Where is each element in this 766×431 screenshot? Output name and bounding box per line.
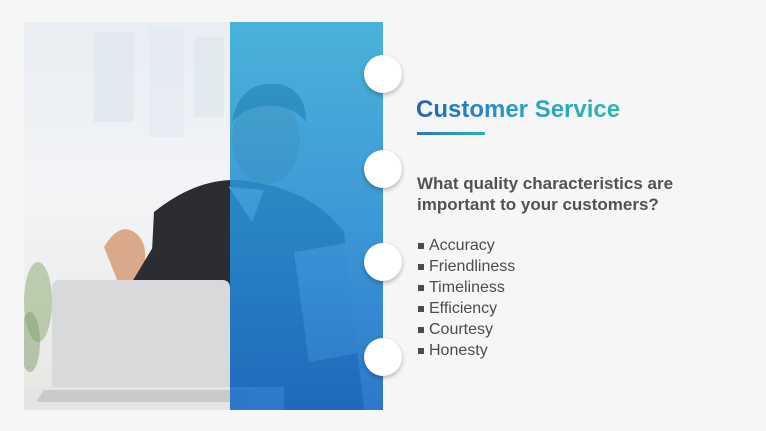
timeline-dot [364,338,402,376]
bullet-text: Efficiency [429,300,498,317]
bullet-text: Friendliness [429,258,516,275]
timeline-dot [364,150,402,188]
list-item: Accuracy [417,235,515,256]
bullet-text: Timeliness [429,279,505,296]
timeline-dot [364,55,402,93]
slide: Customer Service What quality characteri… [0,0,766,431]
title-underline [417,132,485,135]
list-item: Friendliness [417,256,515,277]
list-item: Honesty [417,340,515,361]
square-bullet-icon [418,305,424,312]
bullet-list: Accuracy Friendliness Timeliness Efficie… [417,235,515,361]
square-bullet-icon [418,326,424,333]
timeline-dot [364,243,402,281]
slide-question: What quality characteristics are importa… [417,174,674,214]
square-bullet-icon [418,242,424,249]
square-bullet-icon [418,347,424,354]
square-bullet-icon [418,263,424,270]
bullet-text: Honesty [429,342,488,359]
bullet-text: Courtesy [429,321,494,338]
hero-photo [24,22,383,410]
bullet-text: Accuracy [429,237,495,254]
list-item: Courtesy [417,319,515,340]
square-bullet-icon [418,284,424,291]
list-item: Timeliness [417,277,515,298]
list-item: Efficiency [417,298,515,319]
slide-title: Customer Service [416,96,621,123]
blue-overlay-panel [230,22,383,410]
